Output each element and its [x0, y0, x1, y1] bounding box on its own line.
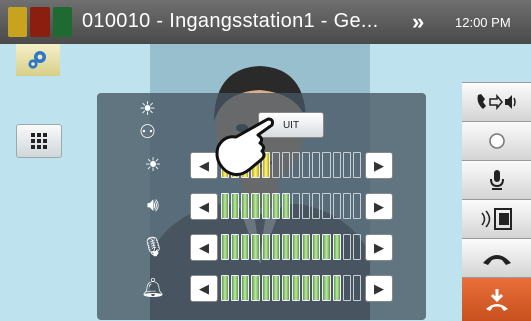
level-segment: [291, 152, 301, 178]
status-indicators: [8, 7, 72, 37]
call-sidebar: [462, 82, 531, 321]
microphone-icon: [489, 170, 504, 190]
row-ringtone-volume: 🔔︎ ◀ ▶: [97, 274, 426, 302]
status-indicator-3: [52, 7, 72, 37]
level-segment: [312, 275, 321, 301]
level-segment: [221, 275, 230, 301]
brightness-increase-button[interactable]: ▶: [365, 152, 393, 179]
level-segment: [342, 234, 351, 260]
level-segment: [261, 275, 270, 301]
level-segment: [291, 234, 301, 260]
pointing-hand-icon: [215, 117, 274, 176]
speaker-increase-button[interactable]: ▶: [365, 193, 393, 220]
level-segment: [261, 193, 270, 219]
level-segment: [302, 234, 311, 260]
level-segment: [322, 234, 331, 260]
bell-icon: 🔔︎: [140, 278, 166, 299]
level-segment: [332, 234, 341, 260]
level-segment: [342, 152, 351, 178]
level-segment: [312, 193, 321, 219]
settings-button[interactable]: [16, 44, 60, 76]
row-mic-volume: 🎙︎ ◀ ▶: [97, 233, 426, 261]
level-segment: [281, 152, 290, 178]
door-release-button[interactable]: [462, 199, 531, 238]
level-segment: [302, 275, 311, 301]
row-speaker-volume: 🔊︎ ◀ ▶: [97, 192, 426, 220]
call-transfer-button[interactable]: [462, 82, 531, 121]
speaker-icon: 🔊︎: [147, 195, 159, 216]
level-segment: [241, 234, 250, 260]
call-transfer-icon: [477, 93, 516, 111]
level-segment: [352, 275, 361, 301]
mic-level-bars: [221, 234, 361, 261]
station-title: 010010 - Ingangsstation1 - Ge...: [82, 10, 379, 32]
level-segment: [302, 152, 311, 178]
level-segment: [352, 152, 361, 178]
keypad-button[interactable]: [16, 124, 62, 158]
level-segment: [312, 152, 321, 178]
level-segment: [322, 275, 331, 301]
level-segment: [251, 234, 260, 260]
level-segment: [352, 234, 361, 260]
record-button[interactable]: [462, 121, 531, 160]
level-segment: [291, 275, 301, 301]
hangup-button[interactable]: [462, 238, 531, 277]
microphone-mute-button[interactable]: [462, 160, 531, 199]
level-segment: [241, 275, 250, 301]
level-segment: [231, 193, 240, 219]
status-indicator-1: [8, 7, 28, 37]
ringtone-level-bars: [221, 275, 361, 302]
level-segment: [332, 152, 341, 178]
status-indicator-2: [30, 7, 50, 37]
speaker-level-bars: [221, 193, 361, 220]
level-segment: [271, 234, 280, 260]
level-segment: [281, 193, 290, 219]
level-segment: [342, 193, 351, 219]
level-segment: [231, 234, 240, 260]
end-call-icon: [485, 288, 508, 311]
title-bar: 010010 - Ingangsstation1 - Ge... » 12:00…: [0, 0, 531, 44]
expand-chevron-icon[interactable]: »: [412, 9, 424, 35]
keypad-icon: [31, 133, 47, 149]
mic-increase-button[interactable]: ▶: [365, 234, 393, 261]
level-segment: [342, 275, 351, 301]
level-segment: [221, 234, 230, 260]
gear-icon: [28, 51, 46, 69]
level-segment: [251, 275, 260, 301]
level-segment: [231, 275, 240, 301]
microphone-icon: 🎙︎: [140, 237, 166, 258]
level-segment: [332, 275, 341, 301]
ringtone-decrease-button[interactable]: ◀: [190, 275, 218, 302]
backlight-person-icon[interactable]: ☀︎⚇: [139, 99, 167, 143]
end-call-button[interactable]: [462, 277, 531, 321]
door-release-icon: [480, 208, 512, 230]
record-icon: [488, 133, 505, 149]
ringtone-increase-button[interactable]: ▶: [365, 275, 393, 302]
level-segment: [322, 152, 331, 178]
clock: 12:00 PM: [455, 15, 511, 30]
level-segment: [352, 193, 361, 219]
level-segment: [312, 234, 321, 260]
level-segment: [281, 275, 290, 301]
level-segment: [271, 275, 280, 301]
hangup-icon: [482, 255, 511, 265]
level-segment: [221, 193, 230, 219]
mic-decrease-button[interactable]: ◀: [190, 234, 218, 261]
level-segment: [251, 193, 260, 219]
level-segment: [271, 193, 280, 219]
sun-icon: ☀: [144, 154, 162, 176]
level-segment: [261, 234, 270, 260]
level-segment: [332, 193, 341, 219]
speaker-decrease-button[interactable]: ◀: [190, 193, 218, 220]
level-segment: [281, 234, 290, 260]
level-segment: [302, 193, 311, 219]
level-segment: [241, 193, 250, 219]
level-segment: [291, 193, 301, 219]
level-segment: [322, 193, 331, 219]
